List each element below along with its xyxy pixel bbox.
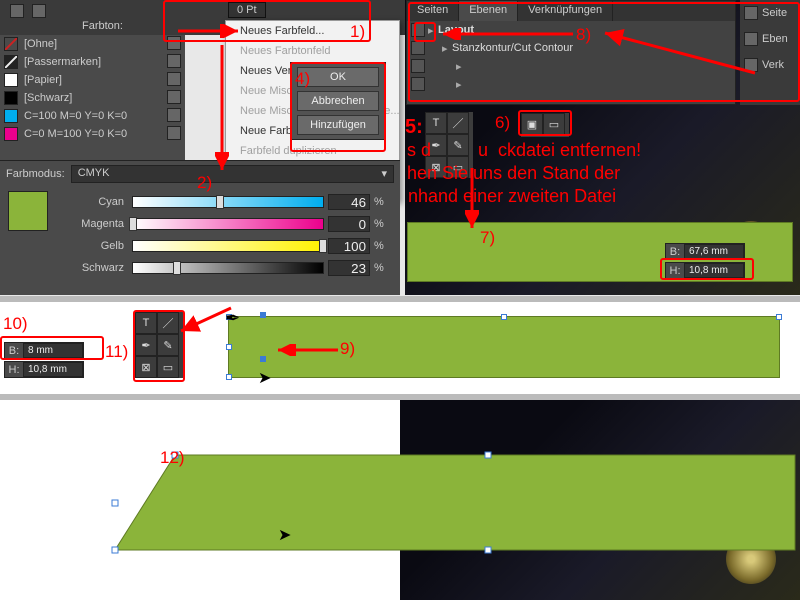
annot-8: 8) <box>576 25 591 45</box>
channel-slider[interactable] <box>132 240 324 252</box>
height-field-mid[interactable]: H: 10,8 mm <box>4 361 84 378</box>
swatch-label: C=0 M=100 Y=0 K=0 <box>24 128 127 140</box>
percent-label: % <box>374 240 392 252</box>
swatch-row[interactable]: [Papier] <box>0 71 185 89</box>
swatch-chip <box>4 37 18 51</box>
anchor-point-2[interactable] <box>260 356 266 362</box>
cursor-icon-2: ➤ <box>278 525 291 545</box>
annot-10: 10) <box>3 314 28 334</box>
line-tool-icon[interactable]: ／ <box>447 112 469 134</box>
tool-a-icon[interactable] <box>10 4 24 18</box>
swatch-type-icon <box>167 54 181 68</box>
annot-11: 11) <box>105 342 128 362</box>
overlay-line2: hen Sie uns den Stand der <box>407 163 620 184</box>
tool-b-icon[interactable] <box>32 4 46 18</box>
width-value[interactable]: 67,6 mm <box>684 244 744 259</box>
swatch-type-icon <box>167 126 181 140</box>
menu-item: Neues Farbtonfeld <box>226 41 399 61</box>
type-tool-icon[interactable]: T <box>425 112 447 134</box>
channel-slider[interactable] <box>132 218 324 230</box>
overlay-frag1: s d <box>407 140 431 161</box>
percent-label: % <box>374 218 392 230</box>
swatch-row[interactable]: [Ohne] <box>0 35 185 53</box>
channel-slider[interactable] <box>132 262 324 274</box>
channel-value[interactable] <box>328 216 370 232</box>
percent-label: % <box>374 196 392 208</box>
annot-6: 6) <box>495 113 510 133</box>
swatch-label: [Passermarken] <box>24 56 101 68</box>
swatch-chip <box>4 55 18 69</box>
channel-label: Cyan <box>58 196 132 208</box>
swatch-chip <box>4 91 18 105</box>
swatch-chip <box>4 73 18 87</box>
annot-1: 1) <box>350 22 365 42</box>
swatch-row[interactable]: [Passermarken] <box>0 53 185 71</box>
width-label: B: <box>666 246 684 258</box>
chevron-down-icon: ▾ <box>381 167 387 181</box>
annot-12: 12) <box>160 448 185 468</box>
cursor-icon: ➤ <box>258 368 271 388</box>
swatch-label: [Papier] <box>24 74 62 86</box>
overlay-5-label: 5: <box>405 116 423 139</box>
swatch-label: C=100 M=0 Y=0 K=0 <box>24 110 127 122</box>
percent-label: % <box>374 262 392 274</box>
annot-4: 4) <box>295 69 310 89</box>
swatch-label: [Ohne] <box>24 38 57 50</box>
channel-label: Magenta <box>58 218 132 230</box>
swatch-row[interactable]: [Schwarz] <box>0 89 185 107</box>
anchor-point[interactable] <box>260 312 266 318</box>
channel-label: Schwarz <box>58 262 132 274</box>
overlay-line3: nhand einer zweiten Datei <box>408 186 616 207</box>
annot-7: 7) <box>480 228 495 248</box>
swatch-chip <box>4 127 18 141</box>
swatch-row[interactable]: C=0 M=100 Y=0 K=0 <box>0 125 185 143</box>
annot-2: 2) <box>197 173 212 193</box>
height-label-2: H: <box>5 364 23 376</box>
colormode-label: Farbmodus: <box>6 168 65 180</box>
pencil-tool-icon[interactable]: ✎ <box>447 134 469 156</box>
height-value-2[interactable]: 10,8 mm <box>23 362 83 377</box>
color-preview-swatch <box>8 191 48 231</box>
colormode-dropdown[interactable]: CMYK ▾ <box>71 165 394 183</box>
overlay-line1: ckdatei entfernen! <box>498 140 641 161</box>
swatch-type-icon <box>167 72 181 86</box>
swatch-label: [Schwarz] <box>24 92 72 104</box>
swatch-type-icon <box>167 108 181 122</box>
channel-value[interactable] <box>328 260 370 276</box>
farbton-label: Farbton: <box>82 20 123 32</box>
channel-label: Gelb <box>58 240 132 252</box>
channel-slider[interactable] <box>132 196 324 208</box>
channel-value[interactable] <box>328 194 370 210</box>
overlay-frag2: u <box>478 140 488 161</box>
swatch-type-icon <box>167 90 181 104</box>
swatch-chip <box>4 109 18 123</box>
colormode-value: CMYK <box>78 167 110 181</box>
channel-value[interactable] <box>328 238 370 254</box>
swatch-row[interactable]: C=100 M=0 Y=0 K=0 <box>0 107 185 125</box>
green-parallelogram[interactable] <box>115 455 795 565</box>
